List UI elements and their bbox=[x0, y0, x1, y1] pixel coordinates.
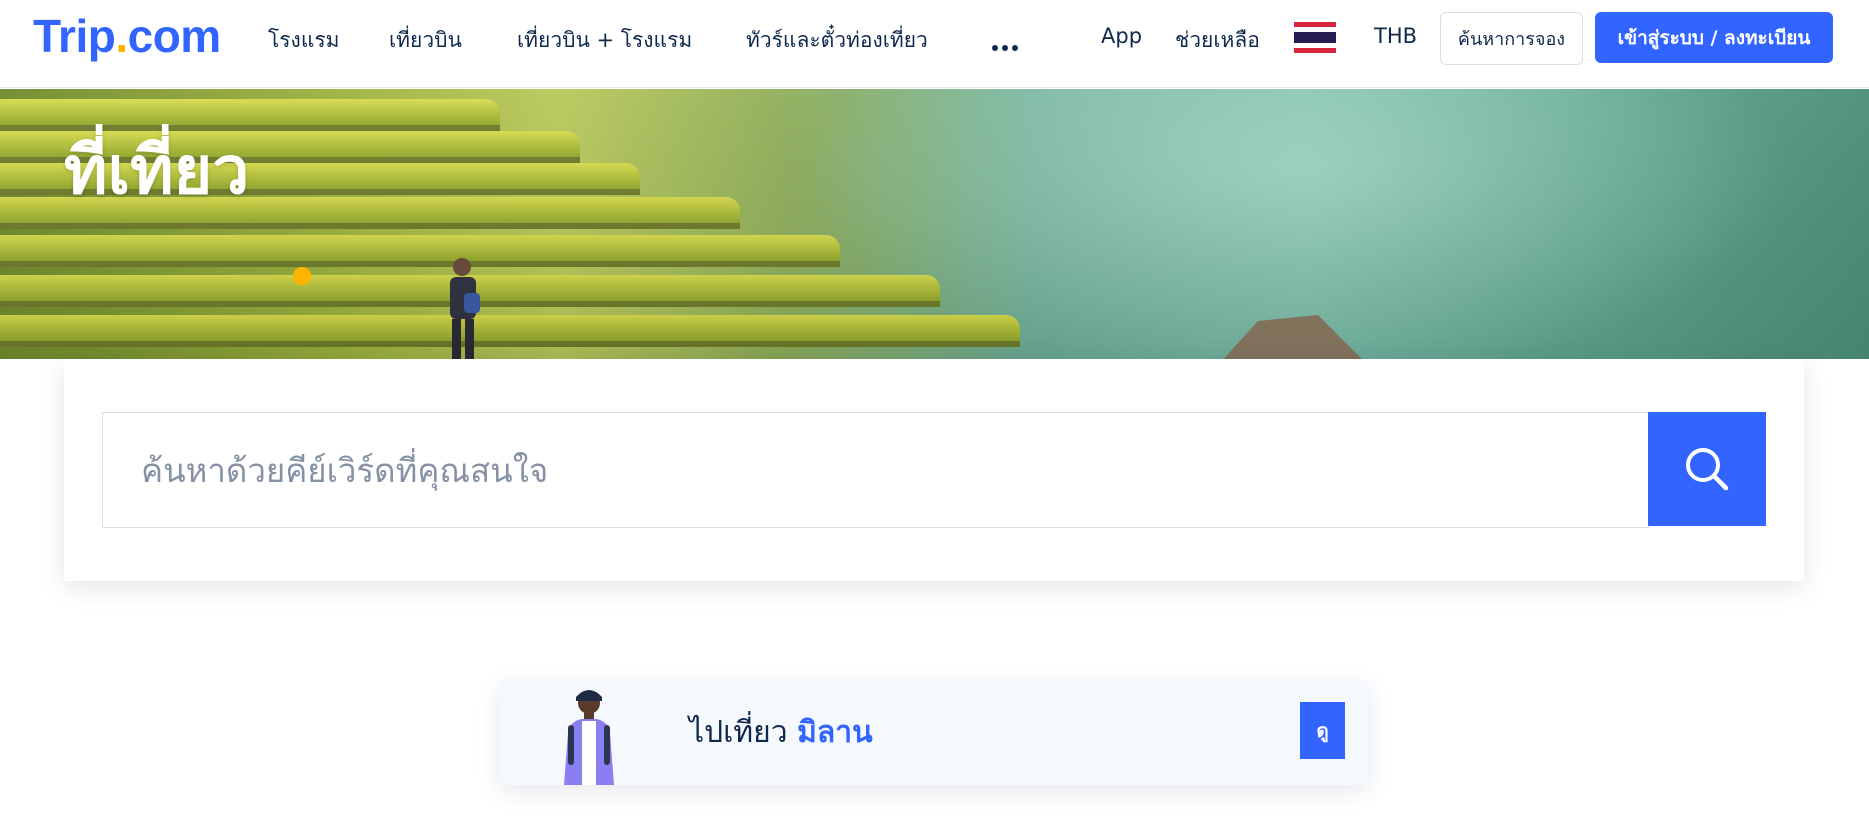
nav-flights[interactable]: เที่ยวบิน bbox=[389, 24, 462, 57]
search-card: ค้นหาด้วยคีย์เวิร์ดที่คุณสนใจ bbox=[64, 359, 1804, 581]
currency-selector[interactable]: THB bbox=[1374, 24, 1417, 48]
logo-dot: . bbox=[115, 10, 128, 62]
find-booking-button[interactable]: ค้นหาการจอง bbox=[1440, 12, 1583, 65]
trip-com-logo[interactable]: Trip.com bbox=[33, 9, 221, 63]
nav-hotels[interactable]: โรงแรม bbox=[268, 24, 339, 57]
view-destination-button[interactable]: ดู bbox=[1300, 702, 1345, 759]
traveler-illustration bbox=[564, 690, 614, 785]
search-icon bbox=[1686, 448, 1729, 491]
hero-banner bbox=[0, 89, 1869, 359]
nav-flight-hotel[interactable]: เที่ยวบิน + โรงแรม bbox=[517, 24, 692, 57]
more-dots-icon[interactable] bbox=[992, 36, 1022, 51]
login-register-button[interactable]: เข้าสู่ระบบ / ลงทะเบียน bbox=[1595, 12, 1833, 63]
destination-promo-card: ไปเที่ยว มิลาน ดู bbox=[499, 681, 1368, 785]
promo-city: มิลาน bbox=[797, 715, 873, 750]
logo-main: Trip bbox=[33, 10, 116, 62]
help-link[interactable]: ช่วยเหลือ bbox=[1175, 24, 1260, 57]
hero-title-dot bbox=[293, 267, 311, 285]
top-navigation-bar: Trip.com โรงแรม เที่ยวบิน เที่ยวบิน + โร… bbox=[0, 0, 1869, 88]
hero-title: ที่เที่ยว bbox=[64, 132, 250, 209]
promo-text: ไปเที่ยว มิลาน bbox=[689, 709, 873, 756]
nav-tours-tickets[interactable]: ทัวร์และตั๋วท่องเที่ยว bbox=[746, 24, 928, 57]
thai-flag-icon[interactable] bbox=[1294, 22, 1336, 53]
app-link[interactable]: App bbox=[1101, 24, 1142, 48]
search-input[interactable]: ค้นหาด้วยคีย์เวิร์ดที่คุณสนใจ bbox=[102, 412, 1650, 528]
logo-suffix: com bbox=[127, 10, 222, 62]
search-button[interactable] bbox=[1648, 412, 1766, 526]
promo-prefix: ไปเที่ยว bbox=[689, 715, 788, 750]
